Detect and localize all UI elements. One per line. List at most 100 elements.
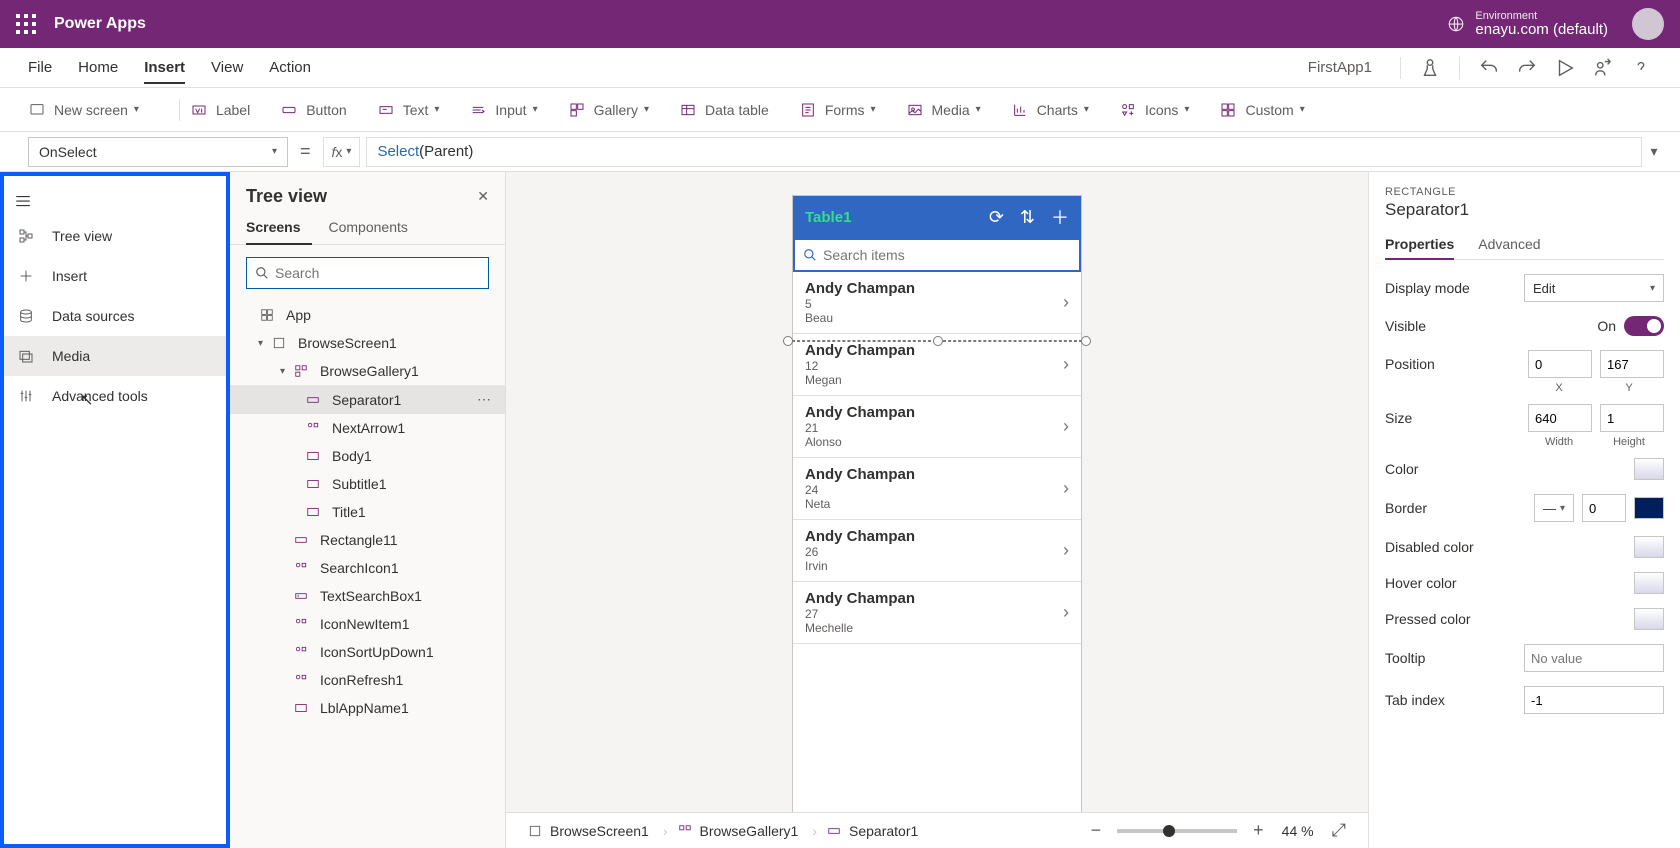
chevron-right-icon[interactable]: › [1063, 478, 1069, 499]
visible-toggle[interactable] [1624, 316, 1664, 336]
phone-search-input[interactable] [823, 247, 1071, 263]
ribbon-label[interactable]: Label [190, 101, 250, 119]
tree-node-nextarrow[interactable]: NextArrow1 [230, 414, 505, 442]
tree-node-title[interactable]: Title1 [230, 498, 505, 526]
rail-insert[interactable]: Insert [4, 256, 226, 296]
tree-node-body[interactable]: Body1 [230, 442, 505, 470]
gallery-item[interactable]: Andy Champan26Irvin› [793, 520, 1081, 582]
app-checker-icon[interactable] [1419, 57, 1441, 79]
chevron-right-icon[interactable]: › [1063, 354, 1069, 375]
ribbon-gallery[interactable]: Gallery▾ [568, 101, 649, 119]
zoom-slider[interactable] [1117, 829, 1237, 833]
tab-properties[interactable]: Properties [1385, 230, 1454, 260]
rail-tree-view[interactable]: Tree view [4, 216, 226, 256]
tab-advanced[interactable]: Advanced [1478, 230, 1540, 259]
ribbon-custom[interactable]: Custom▾ [1219, 101, 1304, 119]
redo-icon[interactable] [1516, 57, 1538, 79]
crumb-separator[interactable]: Separator1 [819, 819, 926, 843]
phone-search[interactable] [793, 238, 1081, 272]
tree-node-textsearch[interactable]: TextSearchBox1 [230, 582, 505, 610]
pressed-color-swatch[interactable] [1634, 608, 1664, 630]
tree-node-app[interactable]: App [230, 301, 505, 329]
share-icon[interactable] [1592, 57, 1614, 79]
gallery-item[interactable]: Andy Champan5Beau› [793, 272, 1081, 334]
gallery-item[interactable]: Andy Champan21Alonso› [793, 396, 1081, 458]
tree-node-lblapp[interactable]: LblAppName1 [230, 694, 505, 722]
property-dropdown[interactable]: OnSelect ▾ [28, 137, 288, 167]
disabled-color-swatch[interactable] [1634, 536, 1664, 558]
tabindex-input[interactable] [1524, 686, 1664, 714]
ribbon-button[interactable]: Button [280, 101, 346, 119]
hamburger-icon[interactable] [4, 186, 226, 216]
fx-button[interactable]: fx▾ [323, 137, 361, 167]
tree-node-iconnew[interactable]: IconNewItem1 [230, 610, 505, 638]
gallery-item[interactable]: Andy Champan27Mechelle› [793, 582, 1081, 644]
play-icon[interactable] [1554, 57, 1576, 79]
tree-node-subtitle[interactable]: Subtitle1 [230, 470, 505, 498]
tree-node-browsegallery[interactable]: ▾BrowseGallery1 [230, 357, 505, 385]
app-launcher-icon[interactable] [16, 14, 36, 34]
ribbon-new-screen[interactable]: New screen▾ [28, 101, 139, 119]
tree-node-separator[interactable]: Separator1⋯ [230, 385, 505, 414]
tree-search-input[interactable] [275, 265, 480, 281]
tree-search[interactable] [246, 257, 489, 289]
display-mode-dropdown[interactable]: Edit▾ [1524, 274, 1664, 302]
avatar[interactable] [1632, 8, 1664, 40]
menu-view[interactable]: View [211, 59, 243, 76]
menu-insert[interactable]: Insert [144, 59, 185, 84]
color-swatch[interactable] [1634, 458, 1664, 480]
tab-screens[interactable]: Screens [246, 211, 312, 245]
add-icon[interactable]: ＋ [1051, 204, 1069, 230]
ribbon-charts[interactable]: Charts▾ [1011, 101, 1089, 119]
refresh-icon[interactable]: ⟳ [989, 207, 1004, 228]
tooltip-input[interactable] [1524, 644, 1664, 672]
position-y-input[interactable] [1600, 350, 1664, 378]
menu-action[interactable]: Action [269, 59, 311, 76]
help-icon[interactable] [1630, 57, 1652, 79]
ribbon-text[interactable]: Text▾ [377, 101, 440, 119]
zoom-in-button[interactable]: + [1245, 820, 1272, 841]
ribbon-icons[interactable]: Icons▾ [1119, 101, 1190, 119]
ribbon-input[interactable]: Input▾ [469, 101, 537, 119]
environment-selector[interactable]: Environment enayu.com (default) [1475, 10, 1608, 39]
fit-icon[interactable]: ⤢ [1324, 820, 1354, 841]
ribbon-forms[interactable]: Forms▾ [799, 101, 876, 119]
zoom-out-button[interactable]: − [1083, 820, 1110, 841]
formula-expand-icon[interactable]: ▾ [1642, 143, 1666, 160]
tree-node-iconrefresh[interactable]: IconRefresh1 [230, 666, 505, 694]
size-width-input[interactable] [1528, 404, 1592, 432]
gallery-item[interactable]: Andy Champan12Megan› [793, 334, 1081, 396]
crumb-screen[interactable]: BrowseScreen1 [520, 819, 657, 843]
position-x-input[interactable] [1528, 350, 1592, 378]
more-icon[interactable]: ⋯ [471, 391, 497, 408]
gallery-item[interactable]: Andy Champan24Neta› [793, 458, 1081, 520]
border-color-swatch[interactable] [1634, 497, 1664, 519]
chevron-right-icon[interactable]: › [1063, 416, 1069, 437]
chevron-right-icon[interactable]: › [1063, 292, 1069, 313]
border-style-dropdown[interactable]: —▾ [1534, 494, 1574, 522]
tree-node-browsescreen[interactable]: ▾BrowseScreen1 [230, 329, 505, 357]
rail-data-sources[interactable]: Data sources [4, 296, 226, 336]
rail-media[interactable]: Media [4, 336, 226, 376]
ribbon-media[interactable]: Media▾ [906, 101, 981, 119]
tree-node-searchicon[interactable]: SearchIcon1 [230, 554, 505, 582]
menu-home[interactable]: Home [78, 59, 118, 76]
tree-node-rectangle[interactable]: Rectangle11 [230, 526, 505, 554]
rail-advanced-tools[interactable]: Advanced tools [4, 376, 226, 416]
size-height-input[interactable] [1600, 404, 1664, 432]
menu-file[interactable]: File [28, 59, 52, 76]
tree-node-iconsort[interactable]: IconSortUpDown1 [230, 638, 505, 666]
chevron-right-icon[interactable]: › [1063, 540, 1069, 561]
design-canvas[interactable]: Table1 ⟳ ⇅ ＋ Andy Champan5Beau›Andy Cham… [506, 172, 1368, 812]
undo-icon[interactable] [1478, 57, 1500, 79]
rectangle-icon [306, 393, 324, 407]
chevron-right-icon[interactable]: › [1063, 602, 1069, 623]
tab-components[interactable]: Components [328, 211, 419, 244]
ribbon-datatable[interactable]: Data table [679, 101, 769, 119]
sort-icon[interactable]: ⇅ [1020, 207, 1035, 228]
formula-input[interactable]: Select(Parent) [366, 137, 1642, 167]
border-width-input[interactable] [1582, 494, 1626, 522]
close-icon[interactable]: ✕ [477, 188, 489, 205]
crumb-gallery[interactable]: BrowseGallery1 [670, 819, 807, 843]
hover-color-swatch[interactable] [1634, 572, 1664, 594]
